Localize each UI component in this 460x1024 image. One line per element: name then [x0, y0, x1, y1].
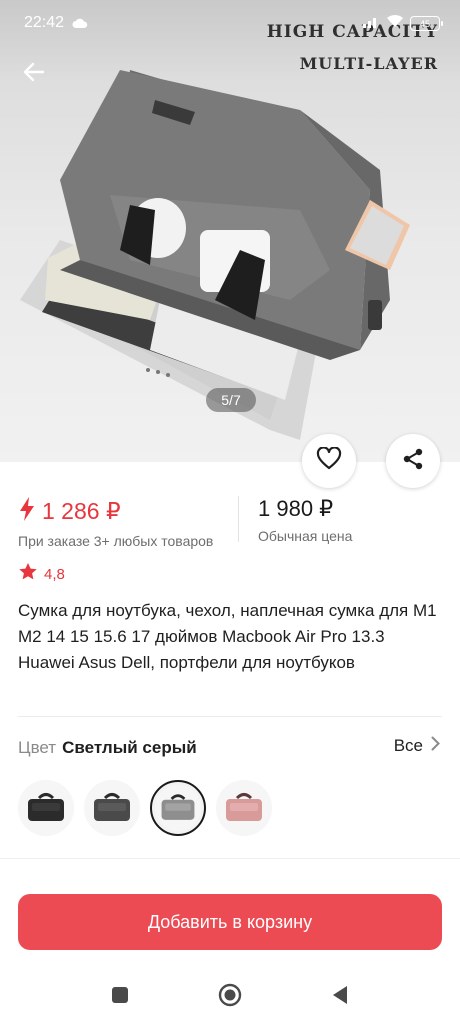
back-button[interactable]: [14, 54, 54, 94]
home-button[interactable]: [215, 982, 245, 1012]
sale-price-group: 1 286 ₽ При заказе 3+ любых товаров: [18, 496, 213, 549]
swatch-light-gray[interactable]: [150, 780, 206, 836]
divider: [18, 716, 442, 717]
triangle-back-icon: [331, 985, 349, 1010]
chevron-right-icon: [431, 736, 440, 756]
product-gallery[interactable]: 22:42 45 HIGH CAPACITY MULTI-LAYER 5/7: [0, 0, 460, 462]
regular-price-note: Обычная цена: [258, 528, 353, 544]
swatch-black[interactable]: [18, 780, 74, 836]
lightning-icon: [18, 496, 36, 527]
favorite-button[interactable]: [302, 434, 356, 488]
regular-price: 1 980 ₽: [258, 496, 334, 521]
system-back-button[interactable]: [325, 982, 355, 1012]
bag-thumbnail-light-gray: [161, 794, 195, 820]
price-block: 1 286 ₽ При заказе 3+ любых товаров 1 98…: [0, 490, 460, 550]
sale-price: 1 286 ₽: [42, 498, 121, 524]
share-icon: [401, 447, 425, 476]
star-icon: [18, 562, 38, 586]
circle-icon: [218, 983, 242, 1012]
share-button[interactable]: [386, 434, 440, 488]
all-colors-label: Все: [393, 736, 423, 755]
swatch-dark-gray[interactable]: [84, 780, 140, 836]
color-swatches: [18, 780, 272, 836]
image-caption-line2: MULTI-LAYER: [299, 54, 438, 73]
square-icon: [111, 986, 129, 1009]
product-title: Сумка для ноутбука, чехол, наплечная сум…: [18, 601, 437, 672]
heart-icon: [316, 445, 342, 476]
divider: [0, 858, 460, 859]
image-counter: 5/7: [206, 388, 256, 412]
bag-thumbnail-dark-gray: [94, 793, 130, 821]
color-label: Цвет: [18, 738, 57, 757]
recents-button[interactable]: [105, 982, 135, 1012]
battery-icon: 45: [410, 16, 443, 31]
status-bar: 22:42 45: [0, 0, 460, 44]
status-time: 22:42: [24, 14, 65, 31]
bag-thumbnail-pink: [226, 793, 262, 821]
rating-value: 4,8: [44, 565, 65, 583]
add-to-cart-button[interactable]: Добавить в корзину: [18, 894, 442, 950]
signal-icon: [362, 14, 380, 33]
rating[interactable]: 4,8: [18, 562, 65, 586]
color-value: Светлый серый: [62, 738, 197, 757]
regular-price-group: 1 980 ₽ Обычная цена: [258, 496, 352, 544]
sale-price-note: При заказе 3+ любых товаров: [18, 533, 214, 549]
swatch-pink[interactable]: [216, 780, 272, 836]
price-divider: [238, 496, 239, 542]
color-selector-header: Цвет Светлый серый Все: [18, 736, 442, 760]
system-nav-bar: [0, 970, 460, 1024]
status-icons: 45: [362, 14, 443, 33]
bag-thumbnail-black: [28, 793, 64, 821]
wifi-icon: [386, 14, 404, 33]
all-colors-link[interactable]: Все: [394, 736, 440, 756]
arrow-left-icon: [23, 62, 45, 87]
cloud-icon: [72, 16, 88, 34]
